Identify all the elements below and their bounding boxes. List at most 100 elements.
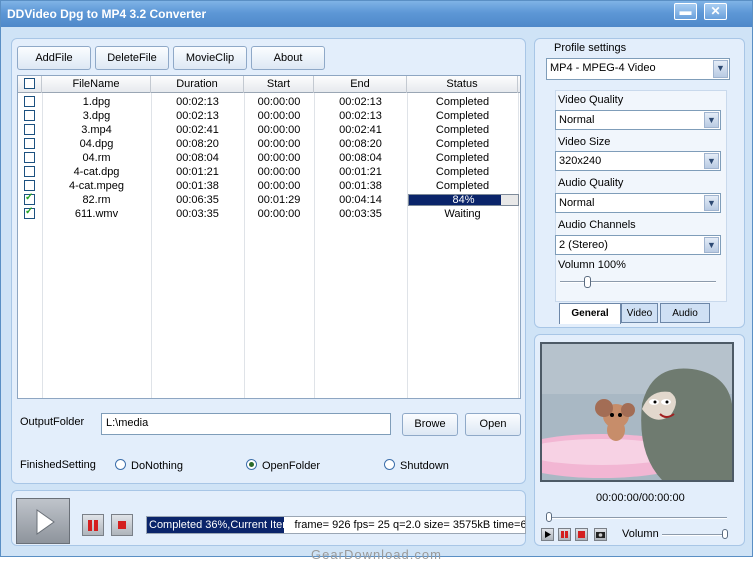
col-start[interactable]: Start — [244, 76, 314, 93]
file-table[interactable]: FileName Duration Start End Status 1.dpg… — [17, 75, 521, 399]
stop-icon — [118, 521, 126, 529]
video-frame-image — [542, 344, 732, 480]
chevron-down-icon[interactable]: ▼ — [713, 60, 728, 78]
tab-audio[interactable]: Audio — [660, 303, 710, 323]
chevron-down-icon[interactable]: ▼ — [704, 195, 719, 211]
pause-button[interactable] — [82, 514, 104, 536]
preview-volume-thumb[interactable] — [722, 529, 728, 539]
col-duration[interactable]: Duration — [151, 76, 244, 93]
movie-clip-button[interactable]: MovieClip — [173, 46, 247, 70]
finished-setting-label: FinishedSetting — [20, 459, 96, 471]
cell-status: Completed — [435, 166, 490, 178]
preview-time: 00:00:00/00:00:00 — [596, 492, 685, 504]
col-filename[interactable]: FileName — [42, 76, 151, 93]
cell-end: 00:02:13 — [339, 110, 382, 122]
audio-quality-label: Audio Quality — [558, 177, 624, 189]
col-status[interactable]: Status — [407, 76, 518, 93]
row-checkbox[interactable] — [24, 96, 35, 107]
cell-start: 00:01:29 — [257, 194, 301, 206]
cell-status: Completed — [435, 138, 490, 150]
seek-slider-track[interactable] — [549, 517, 727, 519]
video-quality-label: Video Quality — [558, 94, 624, 106]
tab-video[interactable]: Video — [621, 303, 658, 323]
snapshot-button[interactable] — [594, 528, 607, 541]
row-checkbox[interactable] — [24, 110, 35, 121]
table-row[interactable]: 3.mp4 00:02:41 00:00:00 00:02:41 Completed — [18, 123, 520, 137]
preview-pause-button[interactable] — [558, 528, 571, 541]
open-folder-label[interactable]: OpenFolder — [262, 460, 320, 472]
preview-stop-button[interactable] — [575, 528, 588, 541]
cell-status: Completed — [435, 110, 490, 122]
cell-duration: 00:02:13 — [176, 96, 219, 108]
minimize-button[interactable]: ▬ — [674, 3, 697, 20]
chevron-down-icon[interactable]: ▼ — [704, 237, 719, 253]
browse-button[interactable]: Browe — [402, 413, 458, 436]
row-progress-bar: 84% — [408, 194, 519, 206]
preview-volume-label: Volumn — [622, 528, 659, 540]
cell-start: 00:00:00 — [257, 180, 301, 192]
cell-start: 00:00:00 — [257, 166, 301, 178]
do-nothing-radio[interactable] — [115, 459, 126, 470]
preview-play-button[interactable] — [541, 528, 554, 541]
seek-slider-thumb[interactable] — [546, 512, 552, 522]
table-row[interactable]: 04.rm 00:08:04 00:00:00 00:08:04 Completed — [18, 151, 520, 165]
table-row[interactable]: 82.rm 00:06:35 00:01:29 00:04:14 84% — [18, 192, 520, 207]
open-folder-radio[interactable] — [246, 459, 257, 470]
row-checkbox[interactable] — [24, 192, 35, 205]
table-row[interactable]: 3.dpg 00:02:13 00:00:00 00:02:13 Completed — [18, 109, 520, 123]
table-row[interactable]: 611.wmv 00:03:35 00:00:00 00:03:35 Waiting — [18, 206, 520, 221]
cell-duration: 00:02:13 — [176, 110, 219, 122]
preview-volume-track[interactable] — [662, 534, 728, 536]
table-row[interactable]: 4-cat.dpg 00:01:21 00:00:00 00:01:21 Complet… — [18, 165, 520, 179]
start-convert-button[interactable] — [16, 498, 70, 544]
row-checkbox[interactable] — [24, 152, 35, 163]
cell-end: 00:08:04 — [339, 152, 382, 164]
open-button[interactable]: Open — [465, 413, 521, 436]
play-icon — [545, 531, 551, 538]
col-end[interactable]: End — [314, 76, 407, 93]
cell-start: 00:00:00 — [257, 124, 301, 136]
row-checkbox[interactable] — [24, 206, 35, 219]
chevron-down-icon[interactable]: ▼ — [704, 112, 719, 128]
cell-end: 00:03:35 — [339, 208, 382, 220]
cell-duration: 00:01:38 — [176, 180, 219, 192]
add-file-button[interactable]: AddFile — [17, 46, 91, 70]
shutdown-radio[interactable] — [384, 459, 395, 470]
cell-file: 3.mp4 — [81, 124, 112, 136]
row-checkbox[interactable] — [24, 124, 35, 135]
close-button[interactable]: ✕ — [704, 3, 727, 20]
audio-channels-select[interactable]: 2 (Stereo) ▼ — [555, 235, 721, 255]
play-icon — [36, 509, 55, 535]
audio-quality-select[interactable]: Normal ▼ — [555, 193, 721, 213]
shutdown-label[interactable]: Shutdown — [400, 460, 449, 472]
delete-file-button[interactable]: DeleteFile — [95, 46, 169, 70]
pause-icon — [561, 531, 568, 538]
row-checkbox[interactable] — [24, 138, 35, 149]
cell-status: Completed — [435, 180, 490, 192]
row-checkbox[interactable] — [24, 180, 35, 191]
status-text: Completed 36%,Current Item:frame= 926 fp… — [149, 519, 525, 531]
select-all-header[interactable] — [18, 76, 42, 93]
profile-select[interactable]: MP4 - MPEG-4 Video ▼ — [546, 58, 730, 80]
table-row[interactable]: 04.dpg 00:08:20 00:00:00 00:08:20 Completed — [18, 137, 520, 151]
tab-general[interactable]: General — [559, 303, 621, 324]
chevron-down-icon[interactable]: ▼ — [704, 153, 719, 169]
cell-start: 00:00:00 — [257, 138, 301, 150]
cell-status: 84% — [452, 194, 475, 206]
do-nothing-label[interactable]: DoNothing — [131, 460, 183, 472]
row-checkbox[interactable] — [24, 166, 35, 177]
table-row[interactable]: 1.dpg 00:02:13 00:00:00 00:02:13 Completed — [18, 95, 520, 109]
video-quality-select[interactable]: Normal ▼ — [555, 110, 721, 130]
cell-start: 00:00:00 — [257, 208, 301, 220]
volume-slider-thumb[interactable] — [584, 276, 591, 288]
about-button[interactable]: About — [251, 46, 325, 70]
cell-status: Completed — [435, 152, 490, 164]
stop-button[interactable] — [111, 514, 133, 536]
select-all-checkbox[interactable] — [24, 78, 35, 89]
video-size-select[interactable]: 320x240 ▼ — [555, 151, 721, 171]
cell-start: 00:00:00 — [257, 110, 301, 122]
table-row[interactable]: 4-cat.mpeg 00:01:38 00:00:00 00:01:38 Comple… — [18, 179, 520, 193]
title-bar[interactable]: DDVideo Dpg to MP4 3.2 Converter ▬ ✕ — [1, 1, 752, 27]
video-size-label: Video Size — [558, 136, 611, 148]
output-folder-input[interactable]: L:\media — [101, 413, 391, 435]
